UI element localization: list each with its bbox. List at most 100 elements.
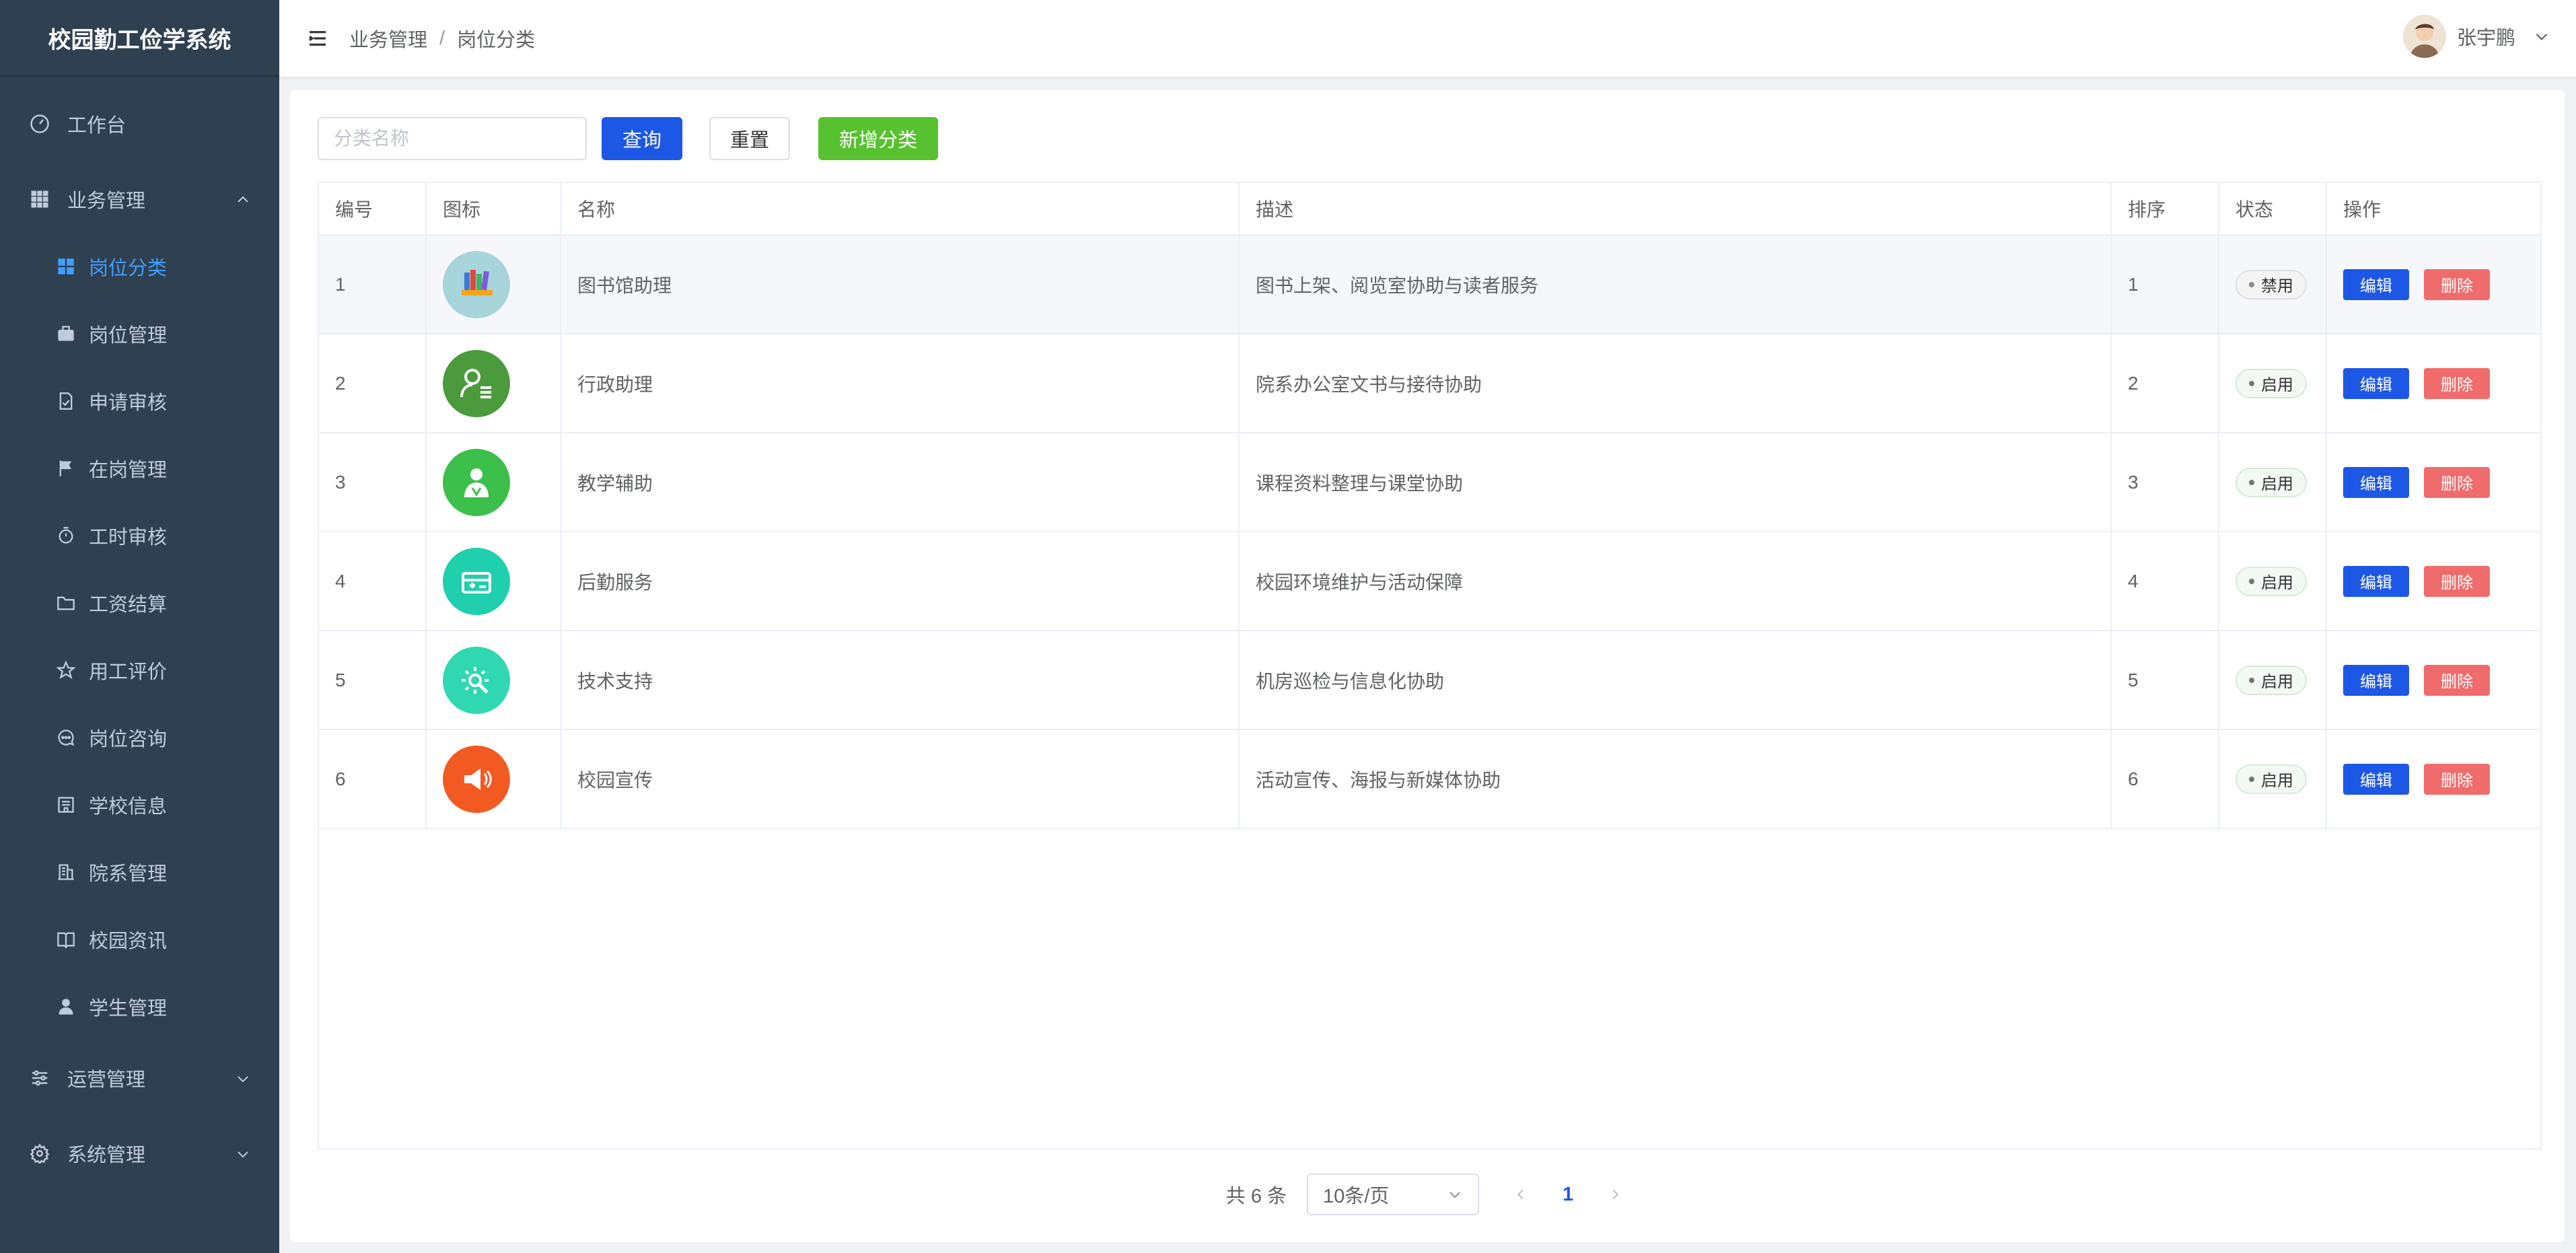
cell-id: 4 xyxy=(319,532,427,630)
sidebar-item-students[interactable]: 学生管理 xyxy=(0,973,279,1040)
status-badge: 启用 xyxy=(2235,566,2307,596)
apps-grid-icon xyxy=(28,188,51,211)
cell-name: 教学辅助 xyxy=(561,433,1240,531)
table-row: 1 图书馆助理 图书上架、阅览室协助与读者服务 1 禁用 编辑 删除 xyxy=(319,236,2540,334)
chevron-up-icon xyxy=(235,191,251,207)
delete-button[interactable]: 删除 xyxy=(2424,268,2490,300)
next-page-icon[interactable] xyxy=(1602,1181,1629,1208)
delete-button[interactable]: 删除 xyxy=(2424,763,2490,795)
user-icon xyxy=(55,996,77,1017)
edit-button[interactable]: 编辑 xyxy=(2343,268,2409,300)
chevron-down-icon xyxy=(1450,1192,1460,1198)
cell-description: 机房巡检与信息化协助 xyxy=(1240,631,2112,729)
breadcrumb-item-business[interactable]: 业务管理 xyxy=(349,24,427,52)
table-row: 5 技术支持 机房巡检与信息化协助 5 启用 编辑 删除 xyxy=(319,631,2540,730)
sidebar-item-label: 学校信息 xyxy=(89,796,168,818)
menu-system[interactable]: 系统管理 xyxy=(0,1120,279,1187)
cell-status: 启用 xyxy=(2219,730,2327,828)
breadcrumb-separator: / xyxy=(439,27,445,49)
cell-actions: 编辑 删除 xyxy=(2327,236,2540,333)
edit-button[interactable]: 编辑 xyxy=(2343,466,2409,498)
app: 校园勤工俭学系统 工作台 业务管理 岗位分类 岗位管理 申请审核 在岗管理 工时… xyxy=(0,0,2576,1253)
add-category-button[interactable]: 新增分类 xyxy=(818,117,938,160)
toolbox-icon xyxy=(443,547,510,615)
cell-status: 启用 xyxy=(2219,334,2327,432)
sidebar-item-department[interactable]: 院系管理 xyxy=(0,838,279,906)
cell-name: 行政助理 xyxy=(561,334,1240,432)
page-size-select[interactable]: 10条/页 xyxy=(1307,1174,1480,1215)
cell-actions: 编辑 删除 xyxy=(2327,730,2540,828)
person-list-icon xyxy=(443,349,510,417)
column-header: 操作 xyxy=(2343,199,2382,220)
school-icon xyxy=(55,794,77,816)
sidebar-item-label: 工时审核 xyxy=(89,527,168,548)
sidebar-item-consult[interactable]: 岗位咨询 xyxy=(0,704,279,771)
cell-status: 启用 xyxy=(2219,433,2327,531)
cell-sort: 6 xyxy=(2112,730,2219,828)
menu-workbench[interactable]: 工作台 xyxy=(0,90,279,157)
status-label: 禁用 xyxy=(2261,277,2293,295)
sidebar-item-hours[interactable]: 工时审核 xyxy=(0,502,279,569)
cell-actions: 编辑 删除 xyxy=(2327,433,2540,531)
table-header: 编号 图标 名称 描述 排序 状态 操作 xyxy=(319,183,2540,236)
edit-button[interactable]: 编辑 xyxy=(2343,664,2409,696)
menu-business-label: 业务管理 xyxy=(67,190,146,212)
sidebar-item-label: 用工评价 xyxy=(89,661,168,683)
delete-button[interactable]: 删除 xyxy=(2424,466,2490,498)
breadcrumb-item-current: 岗位分类 xyxy=(457,30,536,51)
cell-id: 5 xyxy=(319,631,427,729)
cell-sort: 5 xyxy=(2112,631,2219,729)
column-header: 图标 xyxy=(427,183,561,234)
sidebar-item-school[interactable]: 学校信息 xyxy=(0,771,279,838)
breadcrumb: 业务管理 / 岗位分类 xyxy=(349,24,535,52)
teacher-icon xyxy=(443,448,510,516)
menu-business[interactable]: 业务管理 xyxy=(0,166,279,233)
status-badge: 启用 xyxy=(2235,467,2307,497)
cell-sort: 3 xyxy=(2112,433,2219,531)
page-number-current[interactable]: 1 xyxy=(1563,1184,1573,1206)
menu-operations[interactable]: 运营管理 xyxy=(0,1044,279,1112)
sidebar-item-onduty[interactable]: 在岗管理 xyxy=(0,435,279,502)
cell-description: 图书上架、阅览室协助与读者服务 xyxy=(1240,236,2112,333)
delete-button[interactable]: 删除 xyxy=(2424,664,2490,696)
user-menu[interactable]: 张宇鹏 xyxy=(2402,15,2550,58)
sidebar-item-label: 岗位管理 xyxy=(89,325,168,347)
app-title: 校园勤工俭学系统 xyxy=(0,0,279,77)
column-header: 名称 xyxy=(561,183,1240,234)
category-table: 编号 图标 名称 描述 排序 状态 操作 1 图书馆助理 图书上架、阅览室协助与… xyxy=(318,182,2542,1149)
sidebar-item-label: 申请审核 xyxy=(89,392,168,414)
sidebar-item-label: 岗位咨询 xyxy=(89,729,168,750)
cell-sort: 2 xyxy=(2112,334,2219,432)
sidebar-item-jobs[interactable]: 岗位管理 xyxy=(0,300,279,367)
delete-button[interactable]: 删除 xyxy=(2424,367,2490,399)
flag-icon xyxy=(55,458,77,479)
cell-status: 禁用 xyxy=(2219,236,2327,333)
sidebar-item-news[interactable]: 校园资讯 xyxy=(0,906,279,973)
sidebar-item-evaluation[interactable]: 用工评价 xyxy=(0,637,279,704)
sidebar-item-salary[interactable]: 工资结算 xyxy=(0,569,279,637)
status-badge: 启用 xyxy=(2235,368,2307,398)
sidebar-item-category[interactable]: 岗位分类 xyxy=(0,233,279,300)
main-card: 查询 重置 新增分类 编号 图标 名称 描述 排序 状态 操作 1 xyxy=(290,90,2565,1242)
prev-page-icon[interactable] xyxy=(1507,1181,1534,1208)
edit-button[interactable]: 编辑 xyxy=(2343,565,2409,597)
cell-icon xyxy=(427,532,561,630)
sliders-icon xyxy=(28,1067,51,1089)
reset-button[interactable]: 重置 xyxy=(709,117,790,160)
edit-button[interactable]: 编辑 xyxy=(2343,763,2409,795)
cell-sort: 4 xyxy=(2112,532,2219,630)
status-badge: 启用 xyxy=(2235,764,2307,794)
cell-id: 6 xyxy=(319,730,427,828)
dashboard-icon xyxy=(28,112,51,135)
stopwatch-icon xyxy=(55,525,77,546)
edit-button[interactable]: 编辑 xyxy=(2343,367,2409,399)
cell-actions: 编辑 删除 xyxy=(2327,631,2540,729)
sidebar-item-review[interactable]: 申请审核 xyxy=(0,367,279,435)
sidebar-item-label: 在岗管理 xyxy=(89,460,168,481)
collapse-menu-icon[interactable] xyxy=(306,27,329,50)
column-header: 状态 xyxy=(2219,183,2327,234)
delete-button[interactable]: 删除 xyxy=(2424,565,2490,597)
chevron-down-icon xyxy=(235,1070,251,1086)
query-button[interactable]: 查询 xyxy=(602,117,682,160)
category-name-input[interactable] xyxy=(318,117,587,160)
